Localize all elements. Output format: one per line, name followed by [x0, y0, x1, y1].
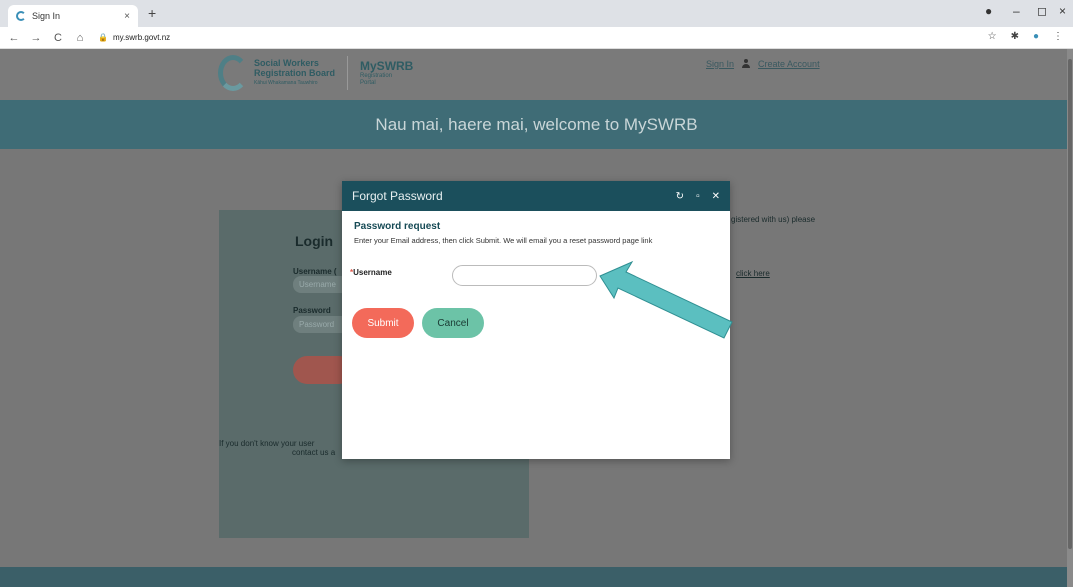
create-account-link[interactable]: Create Account [758, 59, 820, 69]
site-header: Social Workers Registration Board Kāhui … [0, 49, 1073, 100]
login-title: Login [295, 233, 334, 249]
dialog-header: Forgot Password ↻ ▫ ✕ [342, 181, 730, 211]
refresh-icon[interactable]: ↻ [676, 191, 684, 202]
site-favicon-icon [16, 11, 26, 21]
password-request-title: Password request [354, 221, 441, 232]
new-tab-button[interactable]: + [148, 5, 156, 21]
portal-brand: MySWRB Registration Portal [360, 59, 413, 87]
welcome-banner: Nau mai, haere mai, welcome to MySWRB [0, 100, 1073, 149]
portal-name: MySWRB [360, 59, 414, 73]
username-input[interactable] [452, 265, 597, 286]
username-field-label: *Username [350, 268, 392, 277]
dialog-title: Forgot Password [352, 189, 443, 203]
username-label: Username ( [293, 267, 337, 276]
profile-icon[interactable]: ● [985, 4, 992, 18]
brand[interactable]: Social Workers Registration Board Kāhui … [218, 55, 413, 91]
maximize-icon[interactable]: ◻ [1037, 4, 1047, 18]
close-window-icon[interactable]: × [1059, 4, 1066, 18]
registered-text: gistered with us) please [731, 215, 816, 224]
brand-divider [347, 56, 349, 90]
back-icon[interactable]: ← [6, 32, 22, 44]
portal-sub-line2: Portal [360, 80, 376, 86]
org-tagline: Kāhui Whakamana Tauwhiro [254, 80, 318, 86]
swrb-logo-icon [218, 55, 248, 91]
org-name: Social Workers Registration Board Kāhui … [254, 58, 335, 88]
home-icon[interactable]: ⌂ [72, 32, 88, 44]
username-label-text: Username [353, 268, 392, 277]
person-icon [742, 59, 751, 68]
bookmark-star-icon[interactable]: ☆ [988, 31, 997, 42]
tab-title: Sign In [32, 11, 61, 21]
welcome-text: Nau mai, haere mai, welcome to MySWRB [375, 114, 698, 134]
annotation-arrow-icon [599, 260, 733, 339]
header-links: Sign In Create Account [706, 59, 820, 69]
reload-icon[interactable]: C [50, 32, 66, 44]
minimize-icon[interactable]: – [1013, 4, 1020, 18]
password-label: Password [293, 306, 331, 315]
menu-icon[interactable]: ⋮ [1053, 31, 1063, 42]
site-footer [0, 567, 1073, 587]
browser-toolbar: ← → C ⌂ 🔒 my.swrb.govt.nz ☆ ✱ ● ⋮ [0, 27, 1073, 49]
url-text: my.swrb.govt.nz [112, 33, 171, 42]
tab-close-icon[interactable]: × [124, 11, 130, 22]
scrollbar[interactable] [1067, 49, 1073, 587]
portal-sub-line1: Registration [360, 73, 393, 79]
password-request-description: Enter your Email address, then click Sub… [354, 236, 653, 245]
forward-icon[interactable]: → [28, 32, 44, 44]
browser-tab-bar: Sign In × + ● – ◻ × [0, 0, 1073, 27]
browser-tab[interactable]: Sign In × [8, 5, 138, 27]
address-bar[interactable]: 🔒 my.swrb.govt.nz [98, 33, 170, 42]
cancel-button[interactable]: Cancel [422, 308, 484, 338]
org-name-line2: Registration Board [254, 68, 336, 78]
maximize-dialog-icon[interactable]: ▫ [696, 191, 700, 202]
org-name-line1: Social Workers [254, 58, 319, 68]
submit-button[interactable]: Submit [352, 308, 414, 338]
click-here-link[interactable]: click here [736, 269, 770, 278]
close-dialog-icon[interactable]: ✕ [712, 191, 720, 202]
extension-app-icon[interactable]: ● [1033, 31, 1039, 42]
scrollbar-thumb[interactable] [1068, 59, 1072, 549]
extensions-icon[interactable]: ✱ [1011, 31, 1019, 42]
lock-icon: 🔒 [98, 33, 108, 42]
sign-in-link[interactable]: Sign In [706, 59, 734, 69]
